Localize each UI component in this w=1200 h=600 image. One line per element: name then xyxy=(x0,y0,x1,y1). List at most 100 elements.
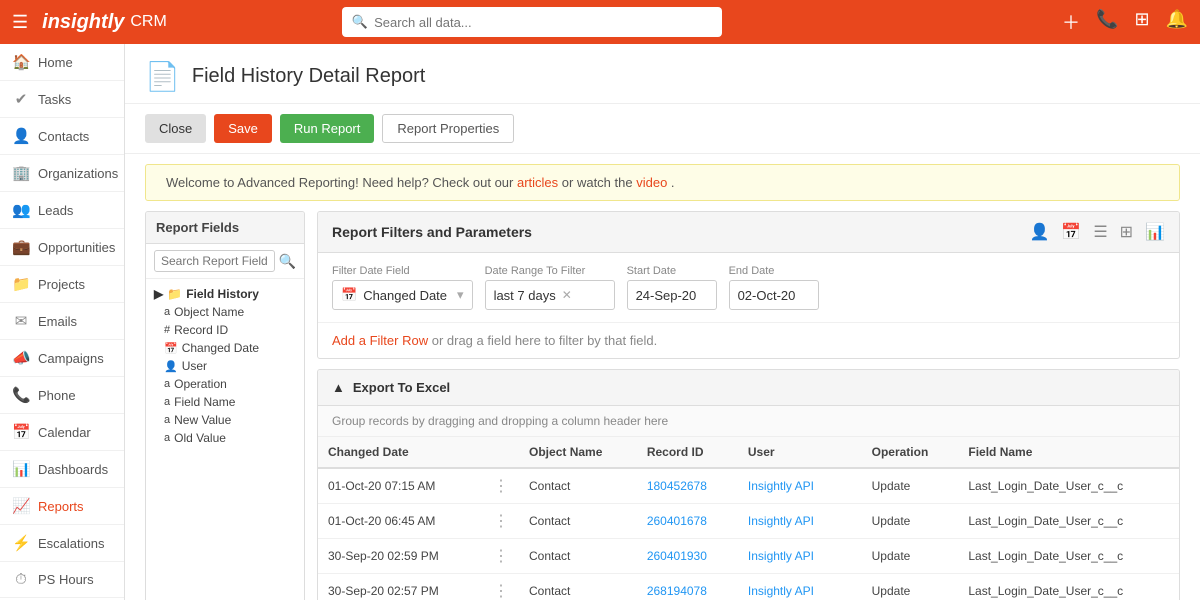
emails-icon: ✉ xyxy=(12,312,30,330)
cell-user[interactable]: Insightly API xyxy=(738,468,862,504)
run-report-button[interactable]: Run Report xyxy=(280,114,374,143)
sidebar-item-campaigns[interactable]: 📣 Campaigns xyxy=(0,340,124,377)
cell-dots[interactable]: ⋮ xyxy=(483,574,519,600)
leads-icon: 👥 xyxy=(12,201,30,219)
sidebar-label-home: Home xyxy=(38,55,73,70)
tree-item-old-value[interactable]: a Old Value xyxy=(160,429,300,447)
end-date-input[interactable] xyxy=(729,280,819,310)
sidebar-label-opportunities: Opportunities xyxy=(38,240,115,255)
sidebar-item-phone[interactable]: 📞 Phone xyxy=(0,377,124,414)
sidebar-item-dashboards[interactable]: 📊 Dashboards xyxy=(0,451,124,488)
col-changed-date: Changed Date xyxy=(318,437,483,468)
hamburger-icon[interactable]: ☰ xyxy=(12,12,28,33)
report-properties-button[interactable]: Report Properties xyxy=(382,114,514,143)
start-date-label: Start Date xyxy=(627,265,717,277)
notification-icon[interactable]: 🔔 xyxy=(1166,9,1188,35)
cell-record-id[interactable]: 260401678 xyxy=(637,504,738,539)
filter-date-control[interactable]: 📅 Changed Date ▾ xyxy=(332,280,473,310)
sidebar-item-opportunities[interactable]: 💼 Opportunities xyxy=(0,229,124,266)
calendar-filter-icon[interactable]: 📅 xyxy=(1061,222,1081,242)
fields-panel-header: Report Fields xyxy=(146,212,304,244)
sidebar-item-escalations[interactable]: ⚡ Escalations xyxy=(0,525,124,562)
tree-group: a Object Name # Record ID 📅 Changed Date xyxy=(150,303,300,447)
filters-header: Report Filters and Parameters 👤 📅 ☰ ⊞ 📊 xyxy=(318,212,1179,253)
toolbar: Close Save Run Report Report Properties xyxy=(125,104,1200,154)
cell-user[interactable]: Insightly API xyxy=(738,574,862,600)
field-a4-icon: a xyxy=(164,414,170,426)
cell-dots[interactable]: ⋮ xyxy=(483,504,519,539)
sidebar-item-projects[interactable]: 📁 Projects xyxy=(0,266,124,303)
filter-rows-icon[interactable]: ☰ xyxy=(1093,222,1107,242)
fields-search-input[interactable] xyxy=(154,250,275,272)
tree-item-changed-date[interactable]: 📅 Changed Date xyxy=(160,339,300,357)
add-filter-link[interactable]: Add a Filter Row xyxy=(332,333,428,348)
sidebar-item-leads[interactable]: 👥 Leads xyxy=(0,192,124,229)
banner-video-link[interactable]: video xyxy=(636,175,667,190)
end-date-group: End Date xyxy=(729,265,819,310)
cell-field-name: Last_Login_Date_User_c__c xyxy=(958,504,1179,539)
sidebar-item-emails[interactable]: ✉ Emails xyxy=(0,303,124,340)
filters-title: Report Filters and Parameters xyxy=(332,224,532,240)
clear-range-icon[interactable]: ✕ xyxy=(562,288,572,302)
cell-dots[interactable]: ⋮ xyxy=(483,468,519,504)
cell-user[interactable]: Insightly API xyxy=(738,539,862,574)
calendar-icon: 📅 xyxy=(12,423,30,441)
chart-icon[interactable]: 📊 xyxy=(1145,222,1165,242)
right-panel: Report Filters and Parameters 👤 📅 ☰ ⊞ 📊 xyxy=(317,211,1180,600)
cell-record-id[interactable]: 268194078 xyxy=(637,574,738,600)
user-filter-icon[interactable]: 👤 xyxy=(1029,222,1049,242)
add-icon[interactable]: ＋ xyxy=(1062,9,1080,35)
save-button[interactable]: Save xyxy=(214,114,272,143)
cell-field-name: Last_Login_Date_User_c__c xyxy=(958,539,1179,574)
cell-user[interactable]: Insightly API xyxy=(738,504,862,539)
start-date-input[interactable] xyxy=(627,280,717,310)
cell-date: 30-Sep-20 02:57 PM xyxy=(318,574,483,600)
tree-item-record-id[interactable]: # Record ID xyxy=(160,321,300,339)
projects-icon: 📁 xyxy=(12,275,30,293)
banner-text-after: . xyxy=(671,175,675,190)
opportunities-icon: 💼 xyxy=(12,238,30,256)
cell-operation: Update xyxy=(862,574,959,600)
date-range-control[interactable]: last 7 days ✕ xyxy=(485,280,615,310)
cell-record-id[interactable]: 180452678 xyxy=(637,468,738,504)
sidebar-item-ps-hours[interactable]: ⏱ PS Hours xyxy=(0,562,124,598)
sidebar-item-tasks[interactable]: ✔ Tasks xyxy=(0,81,124,118)
cell-record-id[interactable]: 260401930 xyxy=(637,539,738,574)
banner-articles-link[interactable]: articles xyxy=(517,175,558,190)
logo: insightly CRM xyxy=(42,11,167,34)
phone-icon[interactable]: 📞 xyxy=(1096,9,1118,35)
sidebar-label-leads: Leads xyxy=(38,203,73,218)
tree-root-label: Field History xyxy=(186,287,259,301)
sidebar-item-contacts[interactable]: 👤 Contacts xyxy=(0,118,124,155)
sidebar-label-phone: Phone xyxy=(38,388,76,403)
tree-item-object-name[interactable]: a Object Name xyxy=(160,303,300,321)
tree-item-user[interactable]: 👤 User xyxy=(160,357,300,375)
close-button[interactable]: Close xyxy=(145,114,206,143)
date-range-label: Date Range To Filter xyxy=(485,265,615,277)
sidebar-item-organizations[interactable]: 🏢 Organizations xyxy=(0,155,124,192)
grid-icon[interactable]: ⊞ xyxy=(1134,9,1149,35)
sidebar-label-organizations: Organizations xyxy=(38,166,118,181)
table-row: 30-Sep-20 02:57 PM ⋮ Contact 268194078 I… xyxy=(318,574,1179,600)
tree-item-new-value[interactable]: a New Value xyxy=(160,411,300,429)
sidebar: 🏠 Home ✔ Tasks 👤 Contacts 🏢 Organization… xyxy=(0,44,125,600)
tree-item-label: New Value xyxy=(174,413,231,427)
tree-item-field-name[interactable]: a Field Name xyxy=(160,393,300,411)
tree-item-label: Record ID xyxy=(174,323,228,337)
tree-item-label: Old Value xyxy=(174,431,226,445)
cell-field-name: Last_Login_Date_User_c__c xyxy=(958,574,1179,600)
results-box: ▲ Export To Excel Group records by dragg… xyxy=(317,369,1180,600)
field-a5-icon: a xyxy=(164,432,170,444)
export-label[interactable]: Export To Excel xyxy=(353,380,450,395)
results-header: ▲ Export To Excel xyxy=(318,370,1179,406)
sidebar-item-calendar[interactable]: 📅 Calendar xyxy=(0,414,124,451)
tree-item-operation[interactable]: a Operation xyxy=(160,375,300,393)
sidebar-item-home[interactable]: 🏠 Home xyxy=(0,44,124,81)
cell-dots[interactable]: ⋮ xyxy=(483,539,519,574)
tree-item-label: Field Name xyxy=(174,395,235,409)
sidebar-item-reports[interactable]: 📈 Reports xyxy=(0,488,124,525)
columns-icon[interactable]: ⊞ xyxy=(1120,222,1133,242)
search-input[interactable] xyxy=(374,15,712,30)
filters-box: Report Filters and Parameters 👤 📅 ☰ ⊞ 📊 xyxy=(317,211,1180,359)
collapse-icon[interactable]: ▲ xyxy=(332,380,345,395)
